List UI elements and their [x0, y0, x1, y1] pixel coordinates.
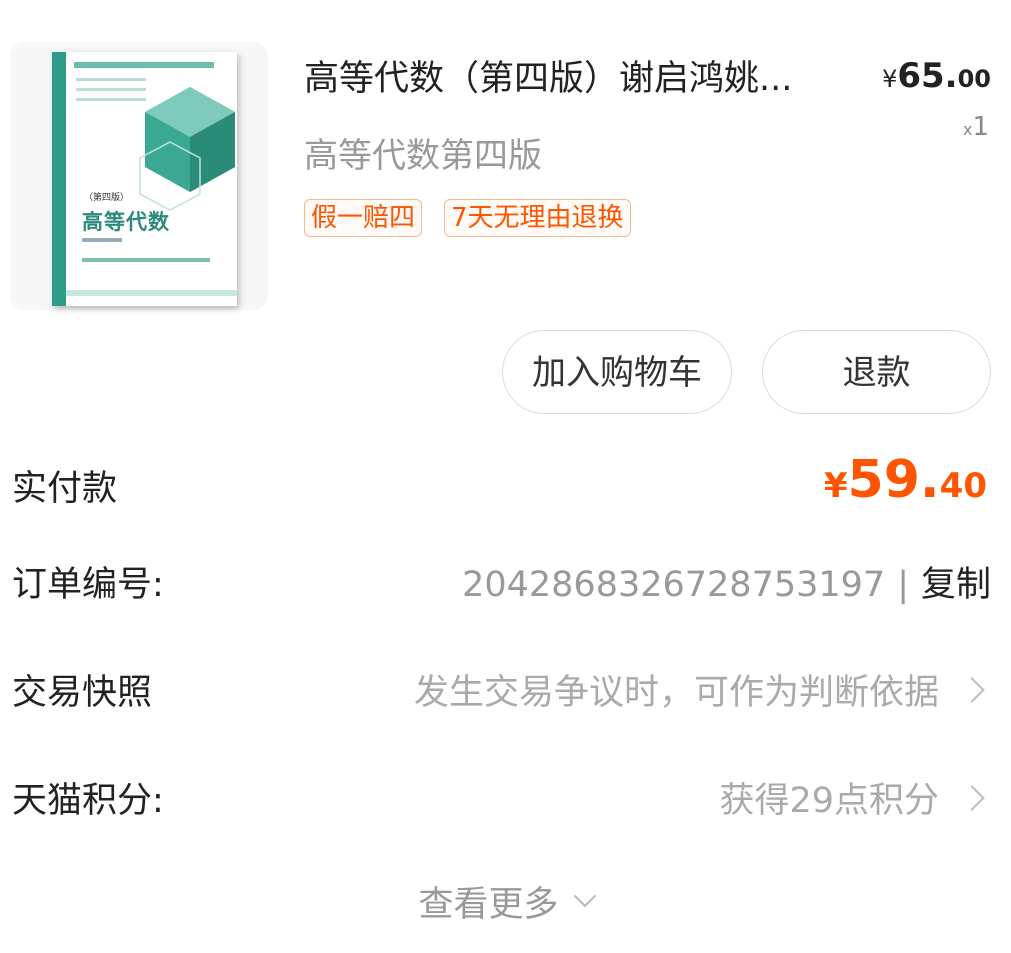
- paid-label: 实付款: [12, 469, 118, 509]
- book-edition: （第四版）: [84, 193, 130, 203]
- separator: |: [897, 565, 909, 605]
- book-top-band: [74, 62, 214, 68]
- tmall-points-label: 天猫积分:: [12, 781, 164, 821]
- chevron-right-icon: [959, 677, 985, 703]
- paid-integer: 59.: [847, 450, 940, 510]
- chevron-down-icon: [573, 884, 596, 908]
- book-cover-title: 高等代数: [82, 210, 170, 234]
- trade-snapshot-label: 交易快照: [12, 673, 153, 713]
- book-slogan-line: [82, 258, 210, 262]
- order-number-label: 订单编号:: [12, 565, 164, 605]
- chevron-right-icon: [959, 785, 985, 811]
- order-number: 2042868326728753197: [462, 565, 886, 605]
- tmall-points-link[interactable]: 获得29点积分: [719, 772, 985, 823]
- tmall-points-text: 获得29点积分: [719, 781, 939, 821]
- refund-button[interactable]: 退款: [762, 330, 991, 414]
- order-number-row: 2042868326728753197 | 复制: [462, 556, 991, 607]
- copy-button[interactable]: 复制: [921, 565, 991, 605]
- book-author-line: [82, 238, 122, 242]
- tag-fake-compensation[interactable]: 假一赔四: [304, 199, 423, 237]
- view-more-label: 查看更多: [418, 885, 559, 925]
- trade-snapshot-link[interactable]: 发生交易争议时，可作为判断依据: [413, 664, 985, 715]
- paid-currency: ¥: [823, 466, 848, 506]
- quantity-value: 1: [972, 112, 989, 142]
- paid-amount: ¥59.40: [824, 450, 987, 510]
- price-cents: 00: [957, 65, 991, 93]
- trade-snapshot-text: 发生交易争议时，可作为判断依据: [413, 673, 939, 713]
- paid-cents: 40: [939, 466, 987, 506]
- book-cover-image[interactable]: （第四版） 高等代数: [52, 52, 237, 306]
- product-spec: 高等代数第四版: [304, 136, 542, 176]
- price-integer: 65.: [897, 56, 958, 96]
- add-to-cart-button[interactable]: 加入购物车: [502, 330, 732, 414]
- product-title[interactable]: 高等代数（第四版）谢启鸿姚...: [304, 54, 854, 104]
- tag-7day-return[interactable]: 7天无理由退换: [444, 199, 631, 237]
- book-spine: [52, 52, 66, 306]
- unit-price: ¥65.00: [882, 56, 991, 96]
- book-bottom-band: [66, 290, 237, 296]
- view-more-button[interactable]: 查看更多: [0, 876, 1011, 927]
- price-currency: ¥: [882, 65, 898, 93]
- quantity: x1: [963, 112, 989, 142]
